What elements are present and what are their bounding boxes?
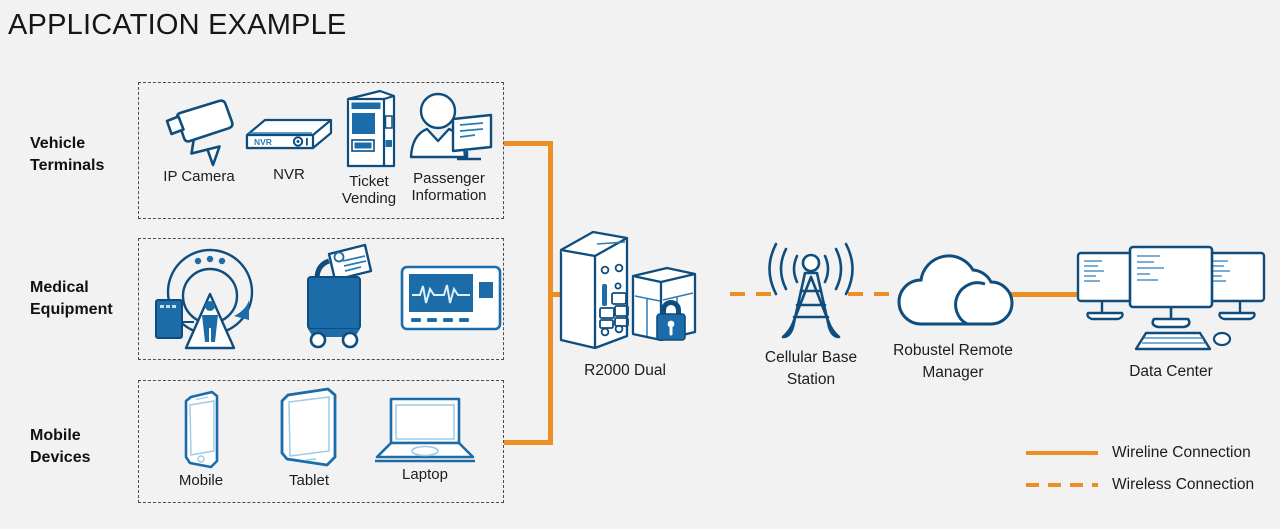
device-passenger-information: Passenger Information bbox=[395, 91, 503, 205]
device-caption: Ticket Vending bbox=[341, 173, 397, 207]
smartphone-icon bbox=[178, 390, 224, 471]
node-remote-manager: Robustel Remote Manager bbox=[888, 248, 1018, 385]
group-box-mobile-devices: Mobile Tablet Laptop bbox=[138, 380, 504, 503]
node-label: Robustel Remote Manager bbox=[893, 342, 1013, 382]
legend: Wireline Connection Wireless Connection bbox=[1026, 437, 1276, 501]
cloud-icon bbox=[891, 248, 1015, 334]
device-ct-scanner bbox=[147, 244, 265, 354]
legend-item-wireless: Wireless Connection bbox=[1026, 469, 1276, 501]
group-box-vehicle-terminals: IP Camera NVR NVR Ticket Vending Passeng… bbox=[138, 82, 504, 219]
node-label: Cellular Base Station bbox=[764, 349, 858, 389]
wireline-line-swatch bbox=[1026, 451, 1098, 455]
svg-text:NVR: NVR bbox=[254, 137, 272, 147]
device-caption: Mobile bbox=[178, 472, 224, 489]
legend-label: Wireless Connection bbox=[1112, 476, 1255, 493]
node-cellular-base-station: Cellular Base Station bbox=[748, 242, 874, 392]
ip-camera-icon bbox=[157, 93, 241, 167]
device-patient-monitor bbox=[395, 265, 507, 331]
group-box-medical-equipment bbox=[138, 238, 504, 360]
wire-mobile-stub bbox=[504, 440, 552, 445]
monitors-icon bbox=[1072, 245, 1270, 355]
device-laptop: Laptop bbox=[367, 395, 483, 484]
application-example-diagram: APPLICATION EXAMPLE Vehicle Terminals Me… bbox=[0, 0, 1280, 529]
device-tablet: Tablet bbox=[257, 387, 361, 490]
wire-vehicle-stub bbox=[504, 141, 552, 146]
device-caption: NVR bbox=[273, 166, 305, 183]
node-router: R2000 Dual bbox=[559, 228, 697, 382]
group-label-mobile-devices: Mobile Devices bbox=[30, 425, 145, 468]
passenger-information-icon bbox=[405, 91, 493, 169]
device-ip-camera: IP Camera bbox=[147, 93, 251, 186]
device-caption: Passenger Information bbox=[411, 170, 487, 204]
legend-label: Wireline Connection bbox=[1112, 444, 1251, 461]
ct-scanner-icon bbox=[150, 244, 262, 354]
group-label-medical-equipment: Medical Equipment bbox=[30, 277, 145, 320]
ticket-vending-machine-icon bbox=[338, 86, 400, 172]
tablet-icon bbox=[278, 387, 340, 471]
medical-cart-icon bbox=[295, 241, 375, 349]
device-caption: Tablet bbox=[288, 472, 330, 489]
wireless-line-swatch bbox=[1026, 483, 1098, 487]
legend-item-wireline: Wireline Connection bbox=[1026, 437, 1276, 469]
device-caption: IP Camera bbox=[163, 168, 235, 185]
cell-tower-icon bbox=[761, 242, 861, 341]
group-label-text: Mobile Devices bbox=[30, 427, 91, 466]
router-device-icon bbox=[549, 228, 701, 354]
group-label-text: Vehicle Terminals bbox=[30, 135, 105, 174]
node-data-center: Data Center bbox=[1068, 245, 1274, 383]
device-caption: Laptop bbox=[402, 466, 448, 483]
page-title: APPLICATION EXAMPLE bbox=[8, 9, 347, 41]
ecg-patient-monitor-icon bbox=[400, 265, 502, 331]
device-medical-cart bbox=[283, 241, 387, 349]
node-label: Data Center bbox=[1129, 363, 1213, 380]
group-label-text: Medical Equipment bbox=[30, 279, 113, 318]
group-label-vehicle-terminals: Vehicle Terminals bbox=[30, 133, 145, 176]
node-label: R2000 Dual bbox=[584, 362, 666, 379]
laptop-icon bbox=[373, 395, 477, 465]
device-mobile: Mobile bbox=[149, 390, 253, 490]
